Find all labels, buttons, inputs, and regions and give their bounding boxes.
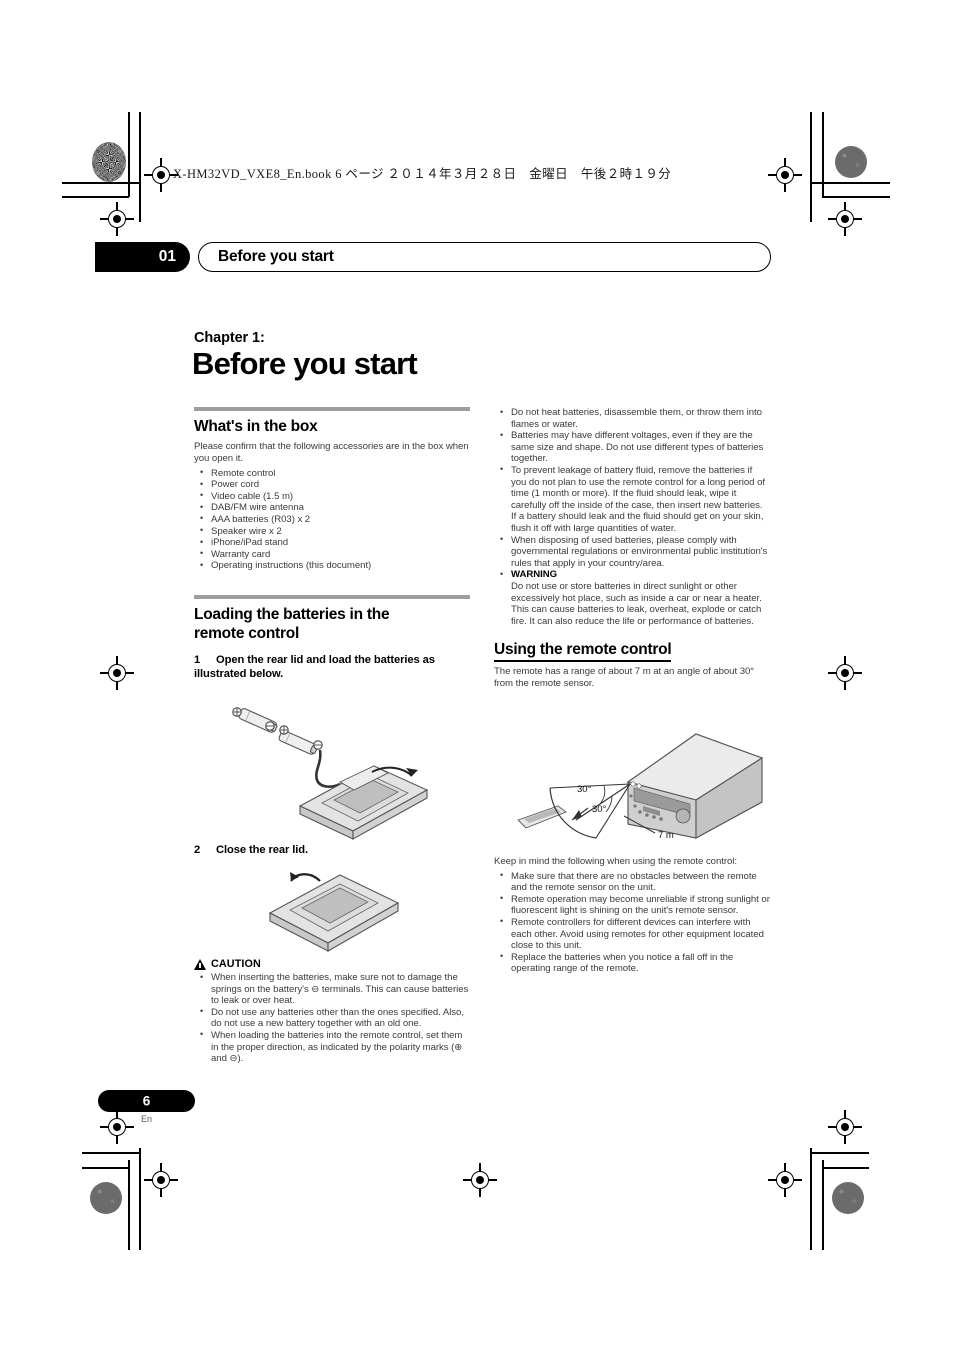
registration-mark: [828, 1110, 862, 1144]
registration-mark: [144, 1163, 178, 1197]
chapter-number-text: 01: [158, 248, 176, 265]
language-code: En: [140, 1114, 152, 1124]
list-item: DAB/FM wire antenna: [194, 502, 470, 514]
list-item: When loading the batteries into the remo…: [194, 1029, 470, 1065]
book-header-line: X-HM32VD_VXE8_En.book 6 ページ ２０１４年３月２８日 金…: [173, 167, 672, 181]
running-head: 01 Before you start: [95, 242, 771, 272]
list-item: Power cord: [194, 479, 470, 491]
density-patch: [835, 146, 867, 178]
caution-label: CAUTION: [211, 958, 261, 970]
list-item: Remote operation may become unreliable i…: [494, 893, 770, 917]
angle-label-upper: 30°: [577, 784, 592, 795]
list-item: To prevent leakage of battery fluid, rem…: [494, 464, 770, 535]
list-item: Speaker wire x 2: [194, 525, 470, 538]
list-item: iPhone/iPad stand: [194, 537, 470, 549]
section-rule: [194, 407, 470, 411]
box-contents-list: Remote control Power cord Video cable (1…: [194, 467, 470, 572]
list-item: Do not heat batteries, disassemble them,…: [494, 406, 770, 430]
left-column-continued: 2 Close the rear lid.: [194, 843, 470, 857]
whats-in-the-box-intro: Please confirm that the following access…: [194, 441, 469, 464]
registration-mark-left-middle: [100, 656, 134, 690]
chapter-label: Chapter 1:: [194, 330, 265, 346]
step-2: 2 Close the rear lid.: [194, 843, 470, 857]
crop-line: [62, 196, 129, 198]
figure-remote-range-diagram: 30° 30° 7 m: [517, 733, 764, 841]
density-patch: [90, 1182, 122, 1214]
step-1-number: 1: [194, 653, 201, 666]
crop-line: [62, 182, 140, 184]
list-item: Do not use any batteries other than the …: [194, 1006, 470, 1030]
left-column: What's in the box Please confirm that th…: [194, 407, 470, 681]
crop-line: [82, 1152, 140, 1154]
crop-line: [822, 1167, 869, 1169]
warning-label: WARNING: [511, 569, 558, 581]
crop-line: [810, 182, 890, 184]
crop-line: [822, 196, 890, 198]
list-item: When inserting the batteries, make sure …: [194, 972, 470, 1007]
list-item: Replace the batteries when you notice a …: [494, 951, 770, 975]
density-patch: [92, 142, 126, 182]
warning-text: Do not use or store batteries in direct …: [511, 580, 762, 627]
crop-line: [82, 1167, 129, 1169]
registration-mark-bottom-center: [463, 1163, 497, 1197]
crop-line: [810, 112, 812, 222]
section-rule: [194, 594, 470, 599]
page-number: 6: [142, 1093, 151, 1109]
heading-line-2: remote control: [194, 625, 300, 643]
figure-remote-battery-insertion: [232, 707, 429, 840]
right-column-continued: Keep in mind the following when using th…: [494, 856, 770, 975]
list-item: When disposing of used batteries, please…: [494, 534, 770, 570]
battery-safety-list: Do not heat batteries, disassemble them,…: [494, 406, 770, 627]
crop-line: [128, 112, 130, 197]
list-item: Warranty card: [194, 548, 470, 561]
step-2-number: 2: [194, 844, 201, 856]
list-item: Batteries may have different voltages, e…: [494, 430, 770, 465]
figure-remote-lid-closed: [268, 872, 400, 952]
crop-line: [139, 112, 141, 222]
registration-mark: [768, 158, 802, 192]
list-item: Make sure that there are no obstacles be…: [494, 870, 770, 894]
caution-heading: CAUTION: [194, 958, 470, 970]
crop-line: [128, 1160, 130, 1250]
right-column: Do not heat batteries, disassemble them,…: [494, 406, 770, 692]
chapter-number-badge: 01: [95, 242, 190, 272]
step-2-text: Close the rear lid.: [216, 844, 308, 856]
page-number-badge: 6: [98, 1090, 195, 1112]
caution-list: When inserting the batteries, make sure …: [194, 972, 470, 1065]
remote-usage-list: Make sure that there are no obstacles be…: [494, 870, 770, 975]
registration-mark: [828, 202, 862, 236]
crop-line: [811, 1152, 869, 1154]
registration-mark-right-middle: [828, 656, 862, 690]
registration-mark: [768, 1163, 802, 1197]
list-item: Video cable (1.5 m): [194, 490, 470, 503]
list-item: Operating instructions (this document): [194, 560, 470, 572]
heading-line-1: Loading the batteries in the: [194, 605, 390, 623]
distance-label: 7 m: [658, 830, 674, 841]
warning-triangle-icon: [194, 958, 206, 970]
list-item: Remote controllers for different devices…: [494, 916, 770, 952]
step-1: 1 Open the rear lid and load the batterie…: [194, 653, 470, 681]
section-heading-using-remote: Using the remote control: [494, 641, 672, 663]
running-head-bar: Before you start: [198, 242, 771, 272]
registration-mark: [100, 202, 134, 236]
crop-line: [139, 1148, 141, 1250]
list-item: AAA batteries (R03) x 2: [194, 513, 470, 526]
section-heading-loading-batteries: Loading the batteries in the remote cont…: [194, 605, 470, 644]
list-item: Remote control: [194, 467, 470, 480]
section-heading-whats-in-the-box: What's in the box: [194, 418, 318, 435]
keep-in-mind-intro: Keep in mind the following when using th…: [494, 856, 737, 867]
angle-label-lower: 30°: [592, 804, 607, 815]
running-head-title: Before you start: [218, 248, 334, 265]
page-title: Before you start: [192, 346, 418, 381]
using-remote-intro: The remote has a range of about 7 m at a…: [494, 666, 755, 689]
crop-line: [810, 1148, 812, 1250]
caution-block: CAUTION When inserting the batteries, ma…: [194, 958, 470, 1065]
crop-line: [822, 1160, 824, 1250]
list-item-warning: WARNING Do not use or store batteries in…: [494, 569, 770, 627]
step-1-text: Open the rear lid and load the batteries…: [194, 653, 435, 680]
crop-line: [822, 112, 824, 197]
density-patch: [832, 1182, 864, 1214]
